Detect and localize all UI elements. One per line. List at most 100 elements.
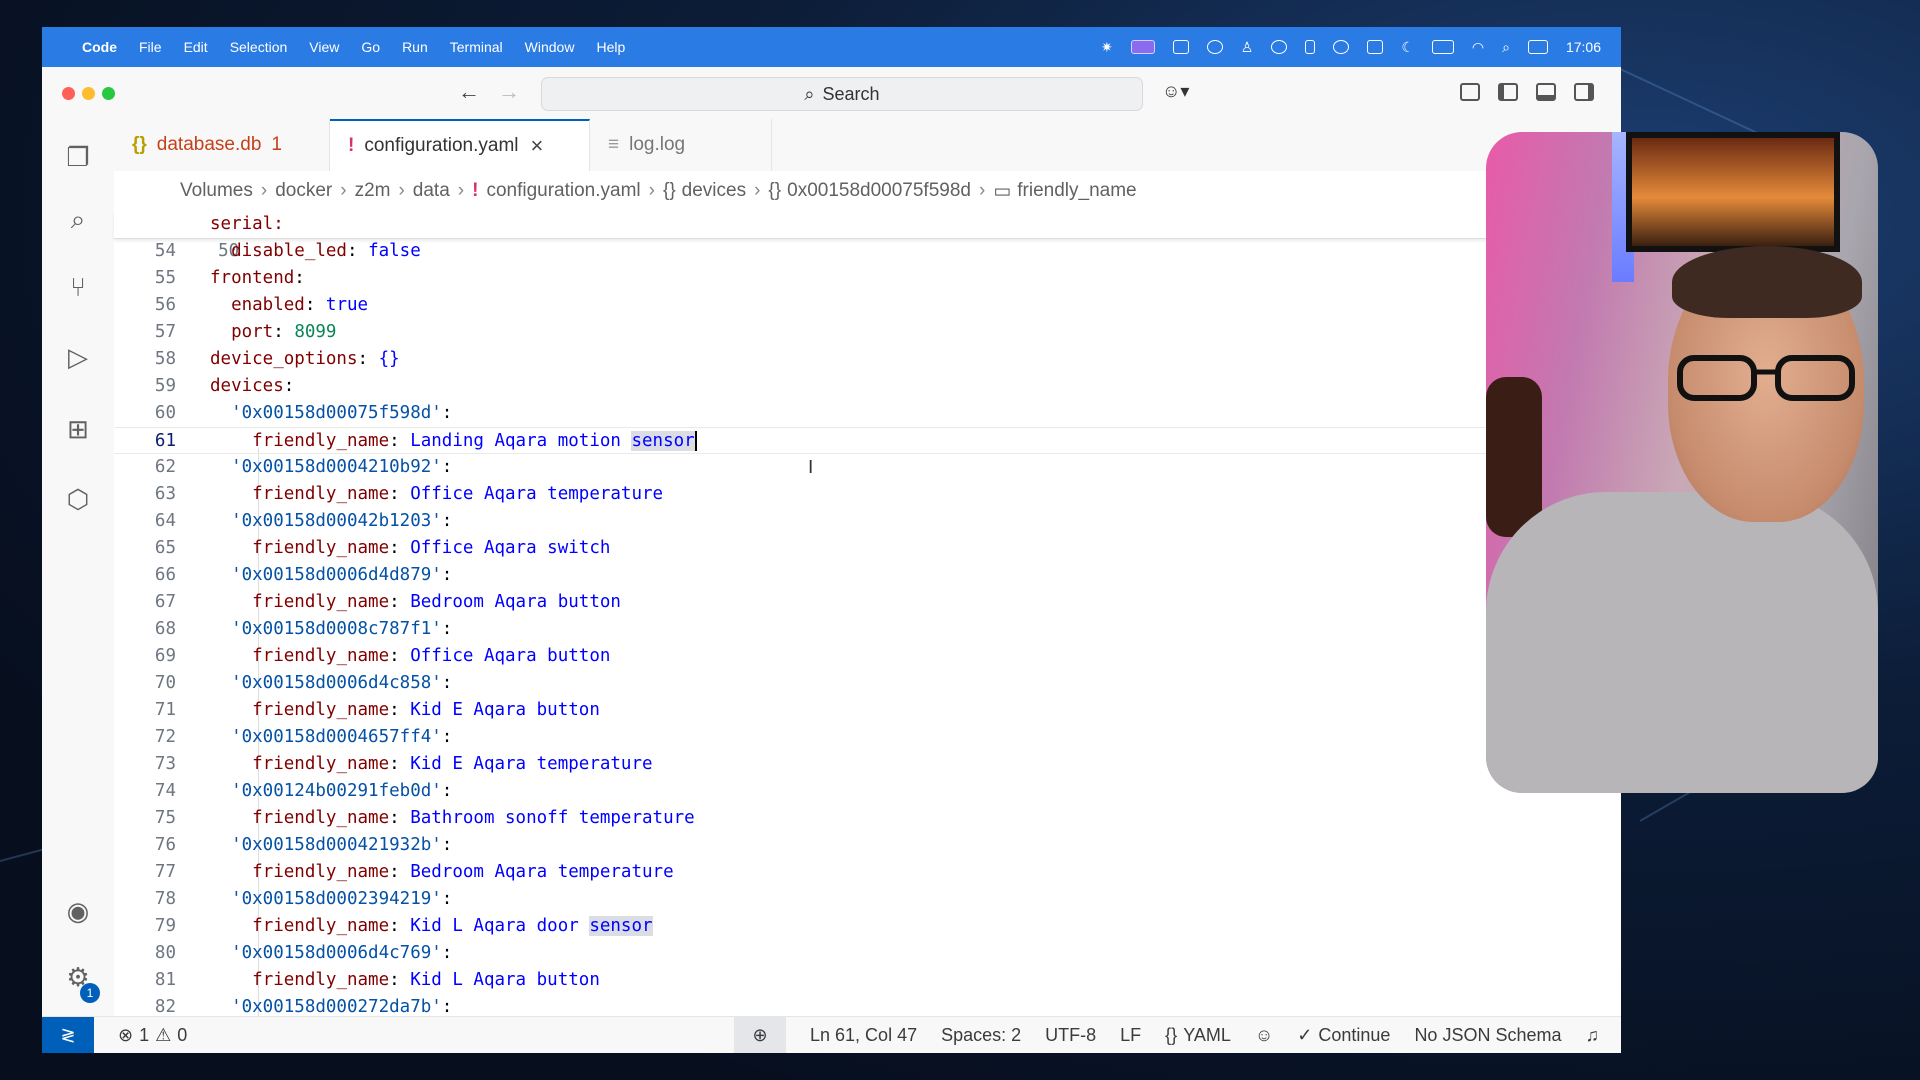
language-mode[interactable]: {} YAML [1165,1025,1231,1046]
cursor-position[interactable]: Ln 61, Col 47 [810,1025,917,1046]
code-line[interactable]: 71 friendly_name: Kid E Aqara button [114,697,1534,724]
yaml-value: Office Aqara temperature [410,484,664,504]
yaml-value: Bathroom sonoff temperature [410,808,695,828]
back-arrow-icon[interactable]: ← [458,79,480,105]
menubar-clock[interactable]: 17:06 [1566,39,1601,55]
menu-terminal[interactable]: Terminal [450,39,503,55]
copilot-status-icon[interactable]: ☺ [1255,1025,1273,1046]
explorer-icon[interactable]: ❐ [62,141,94,173]
notes-icon[interactable] [1367,40,1384,54]
code-line[interactable]: 66 '0x00158d0006d4d879': [114,562,1534,589]
sparkle-icon[interactable]: ✷ [1101,39,1113,56]
accounts-icon[interactable]: ◉ [62,895,94,927]
customize-layout-icon[interactable] [1460,83,1480,101]
code-line[interactable]: 54 disable_led: false [114,238,1534,265]
json-schema-status[interactable]: No JSON Schema [1414,1025,1561,1046]
menu-window[interactable]: Window [525,39,575,55]
continue-button[interactable]: ✓ Continue [1297,1025,1390,1046]
code-line[interactable]: 56 enabled: true [114,292,1534,319]
menu-edit[interactable]: Edit [184,39,208,55]
menu-app-name[interactable]: Code [82,39,117,55]
code-line[interactable]: 77 friendly_name: Bedroom Aqara temperat… [114,859,1534,886]
menu-help[interactable]: Help [596,39,625,55]
code-line[interactable]: 81 friendly_name: Kid L Aqara button [114,967,1534,994]
breadcrumb-item[interactable]: 0x00158d00075f598d [787,180,971,202]
file-encoding[interactable]: UTF-8 [1045,1025,1096,1046]
code-line[interactable]: 64 '0x00158d00042b1203': [114,508,1534,535]
menu-view[interactable]: View [309,39,339,55]
code-line[interactable]: 67 friendly_name: Bedroom Aqara button [114,589,1534,616]
code-editor[interactable]: 50 serial: 54 disable_led: false 55 fronten… [114,211,1621,1018]
search-view-icon[interactable]: ⌕ [62,203,94,235]
breadcrumb-item[interactable]: docker [275,180,332,202]
code-line[interactable]: 65 friendly_name: Office Aqara switch [114,535,1534,562]
code-line[interactable]: 58 device_options: {} [114,346,1534,373]
code-line[interactable]: 68 '0x00158d0008c787f1': [114,616,1534,643]
remote-explorer-icon[interactable]: ⬡ [62,483,94,515]
code-text: '0x00158d0006d4d879': [210,562,452,589]
wifi-icon[interactable]: ◠ [1472,39,1484,56]
problems-indicator[interactable]: ⊗ 1 ⚠ 0 [118,1025,187,1046]
forward-arrow-icon[interactable]: → [498,79,520,105]
menu-run[interactable]: Run [402,39,428,55]
breadcrumb-item[interactable]: devices [682,180,746,202]
breadcrumb-item[interactable]: data [413,180,450,202]
breadcrumb-item[interactable]: configuration.yaml [486,180,640,202]
tab-database-db[interactable]: {} database.db 1 [114,119,330,171]
code-line[interactable]: 79 friendly_name: Kid L Aqara door senso… [114,913,1534,940]
remote-indicator-icon[interactable]: ≷ [42,1017,94,1053]
battery-icon[interactable] [1431,40,1454,54]
code-line[interactable]: 59 devices: [114,373,1534,400]
code-line[interactable]: 80 '0x00158d0006d4c769': [114,940,1534,967]
breadcrumb-item[interactable]: friendly_name [1017,180,1136,202]
person-icon[interactable]: ♙ [1241,39,1254,56]
notifications-bell-icon[interactable]: ♫ [1586,1025,1600,1046]
spotlight-icon[interactable]: ⌕ [1502,39,1510,56]
source-control-icon[interactable]: ⑂ [62,271,94,303]
usb-icon[interactable] [1305,40,1316,54]
menu-selection[interactable]: Selection [230,39,288,55]
timer-icon[interactable] [1271,40,1288,54]
end-of-line[interactable]: LF [1120,1025,1141,1046]
zoom-window-button[interactable] [102,87,115,100]
close-window-button[interactable] [62,87,75,100]
breadcrumb-item[interactable]: Volumes [180,180,253,202]
code-line[interactable]: 75 friendly_name: Bathroom sonoff temper… [114,805,1534,832]
code-line[interactable]: 63 friendly_name: Office Aqara temperatu… [114,481,1534,508]
code-line[interactable]: 69 friendly_name: Office Aqara button [114,643,1534,670]
moon-icon[interactable]: ☾ [1401,39,1414,56]
code-line[interactable]: 72 '0x00158d0004657ff4': [114,724,1534,751]
code-line[interactable]: 73 friendly_name: Kid E Aqara temperatur… [114,751,1534,778]
sticky-scroll-line[interactable]: 50 serial: [114,211,1534,261]
control-center-icon[interactable] [1527,40,1548,54]
tab-log-log[interactable]: ≡ log.log [590,119,772,171]
code-line[interactable]: 74 '0x00124b00291feb0d': [114,778,1534,805]
code-line[interactable]: 55 frontend: [114,265,1534,292]
code-line[interactable]: 62 '0x00158d0004210b92': [114,454,1534,481]
cube-icon[interactable] [1206,40,1223,54]
toggle-secondary-sidebar-icon[interactable] [1574,83,1594,101]
toggle-panel-icon[interactable] [1536,83,1556,101]
extensions-icon[interactable]: ⊞ [62,413,94,445]
breadcrumb-item[interactable]: z2m [355,180,391,202]
close-tab-icon[interactable]: × [531,133,544,159]
command-center-search[interactable]: ⌕ Search [541,77,1143,111]
menu-file[interactable]: File [139,39,162,55]
code-line[interactable]: 70 '0x00158d0006d4c858': [114,670,1534,697]
sync-icon[interactable] [1333,40,1350,54]
code-line[interactable]: 61 friendly_name: Landing Aqara motion s… [114,427,1534,454]
copilot-menu-icon[interactable]: ☺▾ [1162,81,1189,102]
minimize-window-button[interactable] [82,87,95,100]
toggle-sidebar-icon[interactable] [1498,83,1518,101]
indentation[interactable]: Spaces: 2 [941,1025,1021,1046]
code-line[interactable]: 78 '0x00158d0002394219': [114,886,1534,913]
code-line[interactable]: 76 '0x00158d000421932b': [114,832,1534,859]
code-line[interactable]: 57 port: 8099 [114,319,1534,346]
tab-configuration-yaml[interactable]: ! configuration.yaml × [330,119,590,171]
screen-share-icon[interactable] [1130,40,1155,54]
run-debug-icon[interactable]: ▷ [62,341,94,373]
menu-go[interactable]: Go [361,39,380,55]
zoom-icon[interactable]: ⊕ [734,1017,787,1053]
app-a-icon[interactable] [1172,40,1189,54]
code-line[interactable]: 60 '0x00158d00075f598d': [114,400,1534,427]
